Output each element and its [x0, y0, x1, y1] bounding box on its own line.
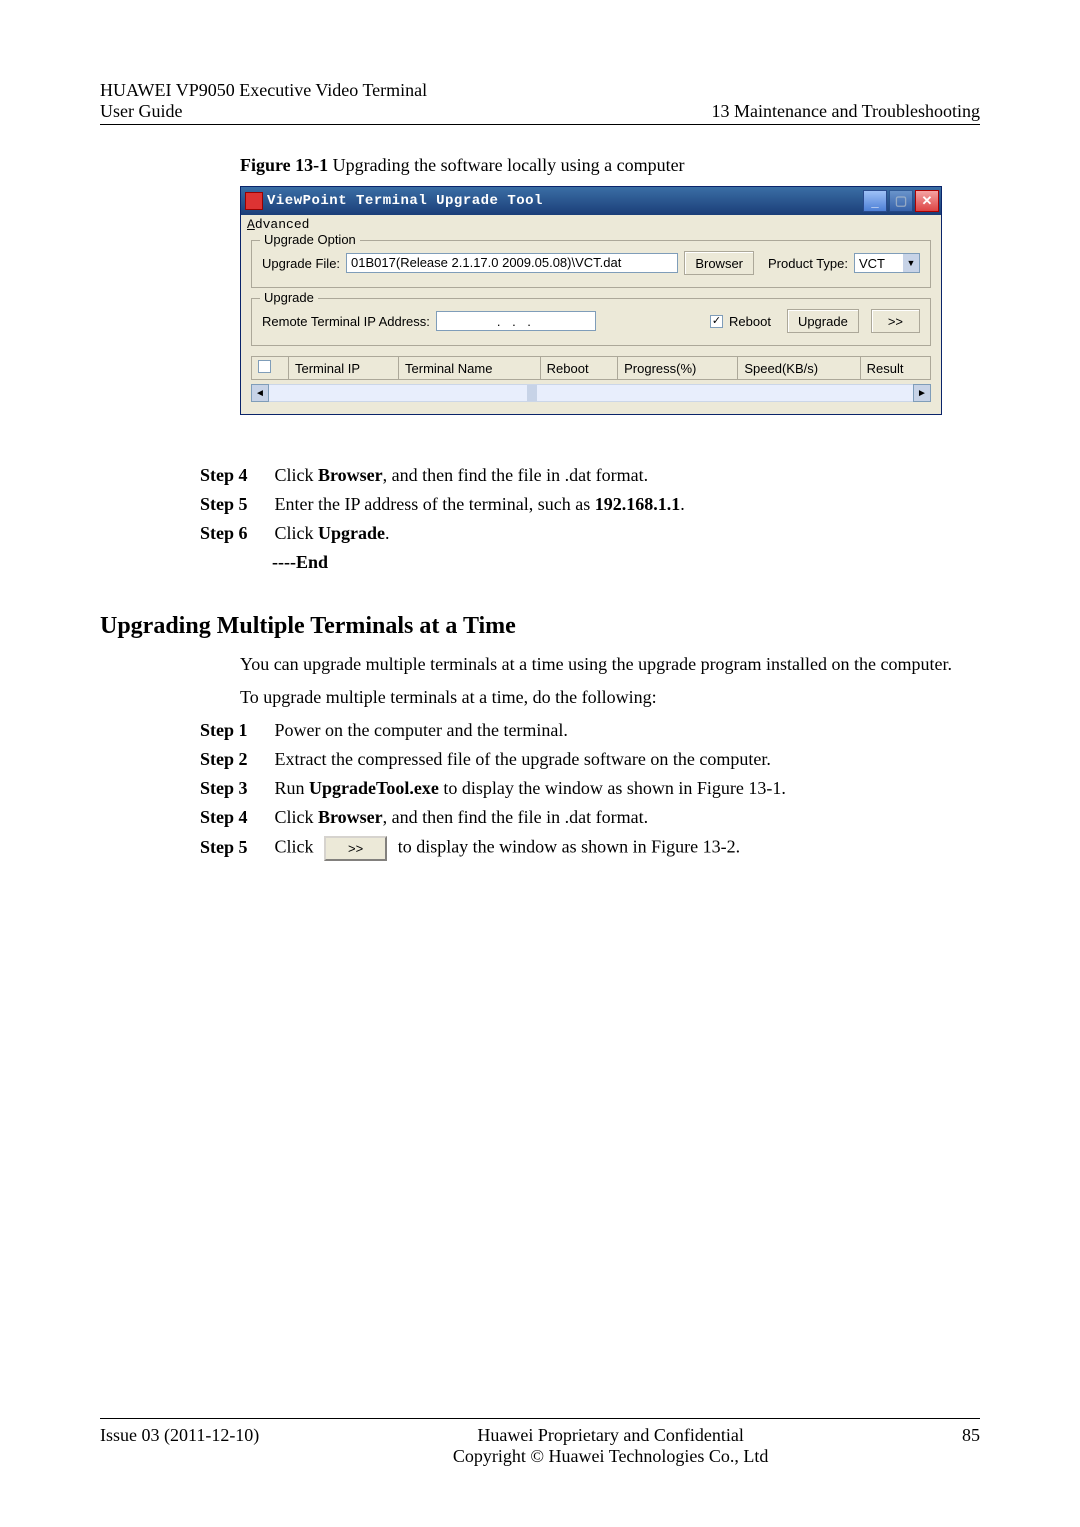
- b-step2: Step 2 Extract the compressed file of th…: [200, 749, 980, 770]
- b-step4-bold: Browser: [318, 807, 383, 827]
- footer-line2: Copyright © Huawei Technologies Co., Ltd: [453, 1446, 769, 1467]
- window-title: ViewPoint Terminal Upgrade Tool: [267, 193, 543, 209]
- horizontal-scrollbar[interactable]: ◄ ►: [251, 384, 931, 402]
- footer-page: 85: [962, 1425, 980, 1446]
- minimize-button[interactable]: _: [863, 190, 887, 212]
- b-step1: Step 1 Power on the computer and the ter…: [200, 720, 980, 741]
- upgrade-file-input[interactable]: 01B017(Release 2.1.17.0 2009.05.08)\VCT.…: [346, 253, 678, 273]
- step5-bold: 192.168.1.1: [595, 494, 681, 514]
- page-header: HUAWEI VP9050 Executive Video Terminal U…: [100, 80, 980, 125]
- reboot-label: Reboot: [729, 314, 771, 329]
- header-chapter: 13 Maintenance and Troubleshooting: [712, 101, 980, 122]
- section-para1: You can upgrade multiple terminals at a …: [240, 654, 960, 675]
- upgrade-option-legend: Upgrade Option: [260, 232, 360, 247]
- col-select[interactable]: [252, 357, 289, 380]
- upgrade-file-label: Upgrade File:: [262, 256, 340, 271]
- figure-label: Figure 13-1: [240, 155, 328, 175]
- expand-button[interactable]: >>: [871, 309, 920, 333]
- col-reboot: Reboot: [540, 357, 617, 380]
- step4-bold: Browser: [318, 465, 383, 485]
- b-step4: Step 4 Click Browser, and then find the …: [200, 807, 980, 828]
- step6-bold: Upgrade: [318, 523, 385, 543]
- maximize-button[interactable]: ▢: [889, 190, 913, 212]
- step4: Step 4 Click Browser, and then find the …: [200, 465, 980, 486]
- scroll-track[interactable]: [269, 384, 913, 402]
- menu-advanced-mnemonic: A: [247, 217, 255, 232]
- step6: Step 6 Click Upgrade.: [200, 523, 980, 544]
- col-result: Result: [860, 357, 930, 380]
- step5: Step 5 Enter the IP address of the termi…: [200, 494, 980, 515]
- b-step3-bold: UpgradeTool.exe: [309, 778, 439, 798]
- upgrade-button[interactable]: Upgrade: [787, 309, 859, 333]
- product-type-combo[interactable]: VCT ▼: [854, 253, 920, 273]
- b-step3: Step 3 Run UpgradeTool.exe to display th…: [200, 778, 980, 799]
- menu-advanced-rest: dvanced: [255, 217, 310, 232]
- inline-expand-button: >>: [324, 836, 387, 861]
- close-button[interactable]: ✕: [915, 190, 939, 212]
- remote-ip-input[interactable]: . . .: [436, 311, 596, 331]
- header-product: HUAWEI VP9050 Executive Video Terminal: [100, 80, 427, 101]
- step5-label: Step 5: [200, 494, 270, 515]
- terminal-table: Terminal IP Terminal Name Reboot Progres…: [251, 356, 931, 380]
- end-marker: ----End: [200, 552, 980, 573]
- browser-button[interactable]: Browser: [684, 251, 754, 275]
- upgrade-group: Upgrade Remote Terminal IP Address: . . …: [251, 298, 931, 346]
- col-progress: Progress(%): [618, 357, 738, 380]
- step4-label: Step 4: [200, 465, 270, 486]
- select-all-checkbox[interactable]: [258, 360, 271, 373]
- footer-issue: Issue 03 (2011-12-10): [100, 1425, 259, 1446]
- figure-caption-text: Upgrading the software locally using a c…: [328, 155, 684, 175]
- col-terminal-name: Terminal Name: [399, 357, 541, 380]
- product-type-value: VCT: [855, 256, 903, 271]
- scroll-left-icon[interactable]: ◄: [251, 384, 269, 402]
- product-type-label: Product Type:: [768, 256, 848, 271]
- section-para2: To upgrade multiple terminals at a time,…: [240, 687, 960, 708]
- scroll-thumb[interactable]: [527, 385, 537, 401]
- step6-label: Step 6: [200, 523, 270, 544]
- figure-caption: Figure 13-1 Upgrading the software local…: [240, 155, 980, 176]
- footer-line1: Huawei Proprietary and Confidential: [453, 1425, 769, 1446]
- scroll-right-icon[interactable]: ►: [913, 384, 931, 402]
- b-step5: Step 5 Click >> to display the window as…: [200, 836, 980, 861]
- app-icon: [245, 192, 263, 210]
- remote-ip-label: Remote Terminal IP Address:: [262, 314, 430, 329]
- upgrade-tool-window: ViewPoint Terminal Upgrade Tool _ ▢ ✕ Ad…: [240, 186, 942, 415]
- titlebar: ViewPoint Terminal Upgrade Tool _ ▢ ✕: [241, 187, 941, 215]
- chevron-down-icon: ▼: [903, 254, 919, 272]
- upgrade-legend: Upgrade: [260, 290, 318, 305]
- upgrade-option-group: Upgrade Option Upgrade File: 01B017(Rele…: [251, 240, 931, 288]
- page-footer: Issue 03 (2011-12-10) Huawei Proprietary…: [100, 1418, 980, 1467]
- col-terminal-ip: Terminal IP: [289, 357, 399, 380]
- header-doc-type: User Guide: [100, 101, 427, 122]
- section-title: Upgrading Multiple Terminals at a Time: [100, 613, 980, 640]
- reboot-checkbox[interactable]: ✓: [710, 315, 723, 328]
- col-speed: Speed(KB/s): [738, 357, 860, 380]
